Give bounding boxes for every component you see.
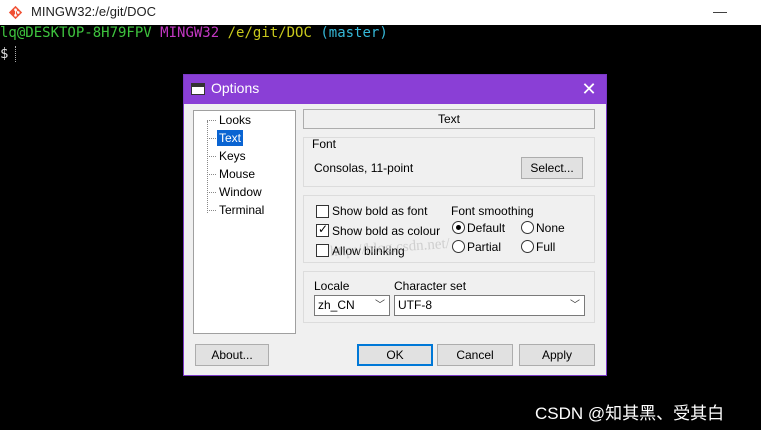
tree-connector — [207, 210, 216, 211]
window-title: MINGW32:/e/git/DOC — [31, 4, 156, 19]
select-font-button[interactable]: Select... — [521, 157, 583, 179]
charset-select[interactable]: UTF-8 ﹀ — [394, 295, 585, 316]
checkmark-icon: ✓ — [318, 222, 329, 236]
smoothing-full-label: Full — [536, 240, 556, 254]
prompt-user: lq@DESKTOP-8H79FPV — [0, 25, 152, 41]
category-tree[interactable]: Looks Text Keys Mouse Window Terminal — [193, 110, 296, 334]
smoothing-none-label: None — [536, 221, 565, 235]
tree-item-looks[interactable]: Looks — [217, 112, 253, 128]
smoothing-partial-label: Partial — [467, 240, 502, 254]
show-bold-as-font-checkbox[interactable] — [316, 205, 329, 218]
charset-label: Character set — [394, 279, 467, 293]
terminal-cursor — [15, 46, 17, 62]
prompt-branch: (master) — [320, 25, 388, 41]
csdn-credit: CSDN @知其黑、受其白 — [535, 404, 725, 423]
console-window-icon — [191, 83, 205, 95]
about-button[interactable]: About... — [195, 344, 269, 366]
section-header: Text — [303, 109, 595, 129]
tree-item-text[interactable]: Text — [215, 129, 245, 147]
show-bold-as-font-label: Show bold as font — [332, 204, 428, 218]
dialog-title: Options — [211, 80, 260, 96]
minimize-button[interactable]: — — [700, 0, 740, 25]
font-smoothing-label: Font smoothing — [451, 204, 534, 218]
prompt-symbol: $ — [0, 46, 9, 62]
smoothing-full-radio[interactable] — [521, 240, 534, 253]
smoothing-default-radio[interactable] — [452, 221, 465, 234]
locale-label: Locale — [314, 279, 350, 293]
options-dialog: Options ✕ Looks Text Keys Mouse Window T… — [183, 74, 607, 376]
show-bold-as-colour-checkbox[interactable]: ✓ — [316, 222, 329, 237]
radio-selected-dot — [456, 225, 461, 230]
tree-connector — [207, 121, 208, 213]
git-diamond-icon — [8, 5, 23, 20]
apply-button[interactable]: Apply — [519, 344, 595, 366]
smoothing-default-label: Default — [467, 221, 506, 235]
font-group-label: Font — [312, 137, 337, 151]
terminal-prompt-line: lq@DESKTOP-8H79FPV MINGW32 /e/git/DOC (m… — [0, 25, 388, 41]
tree-connector — [207, 138, 216, 139]
dialog-titlebar[interactable]: Options ✕ — [184, 75, 606, 104]
chevron-down-icon: ﹀ — [570, 300, 580, 311]
tree-item-keys[interactable]: Keys — [217, 148, 248, 164]
show-bold-as-colour-label: Show bold as colour — [332, 224, 441, 238]
close-button[interactable]: ✕ — [576, 78, 602, 100]
cancel-button[interactable]: Cancel — [437, 344, 513, 366]
prompt-path: /e/git/DOC — [227, 25, 312, 41]
locale-select[interactable]: zh_CN ﹀ — [314, 295, 390, 316]
tree-connector — [207, 120, 216, 121]
window-titlebar: MINGW32:/e/git/DOC — — [0, 0, 761, 25]
tree-item-mouse[interactable]: Mouse — [217, 166, 257, 182]
tree-item-terminal[interactable]: Terminal — [217, 202, 266, 218]
smoothing-partial-radio[interactable] — [452, 240, 465, 253]
prompt-system: MINGW32 — [160, 25, 220, 41]
tree-connector — [207, 156, 216, 157]
ok-button[interactable]: OK — [357, 344, 433, 366]
font-value: Consolas, 11-point — [314, 161, 414, 175]
tree-connector — [207, 192, 216, 193]
locale-value: zh_CN — [318, 298, 355, 312]
tree-connector — [207, 174, 216, 175]
chevron-down-icon: ﹀ — [375, 300, 385, 311]
allow-blinking-checkbox[interactable] — [316, 244, 329, 257]
charset-value: UTF-8 — [398, 298, 432, 312]
smoothing-none-radio[interactable] — [521, 221, 534, 234]
tree-item-window[interactable]: Window — [217, 184, 264, 200]
